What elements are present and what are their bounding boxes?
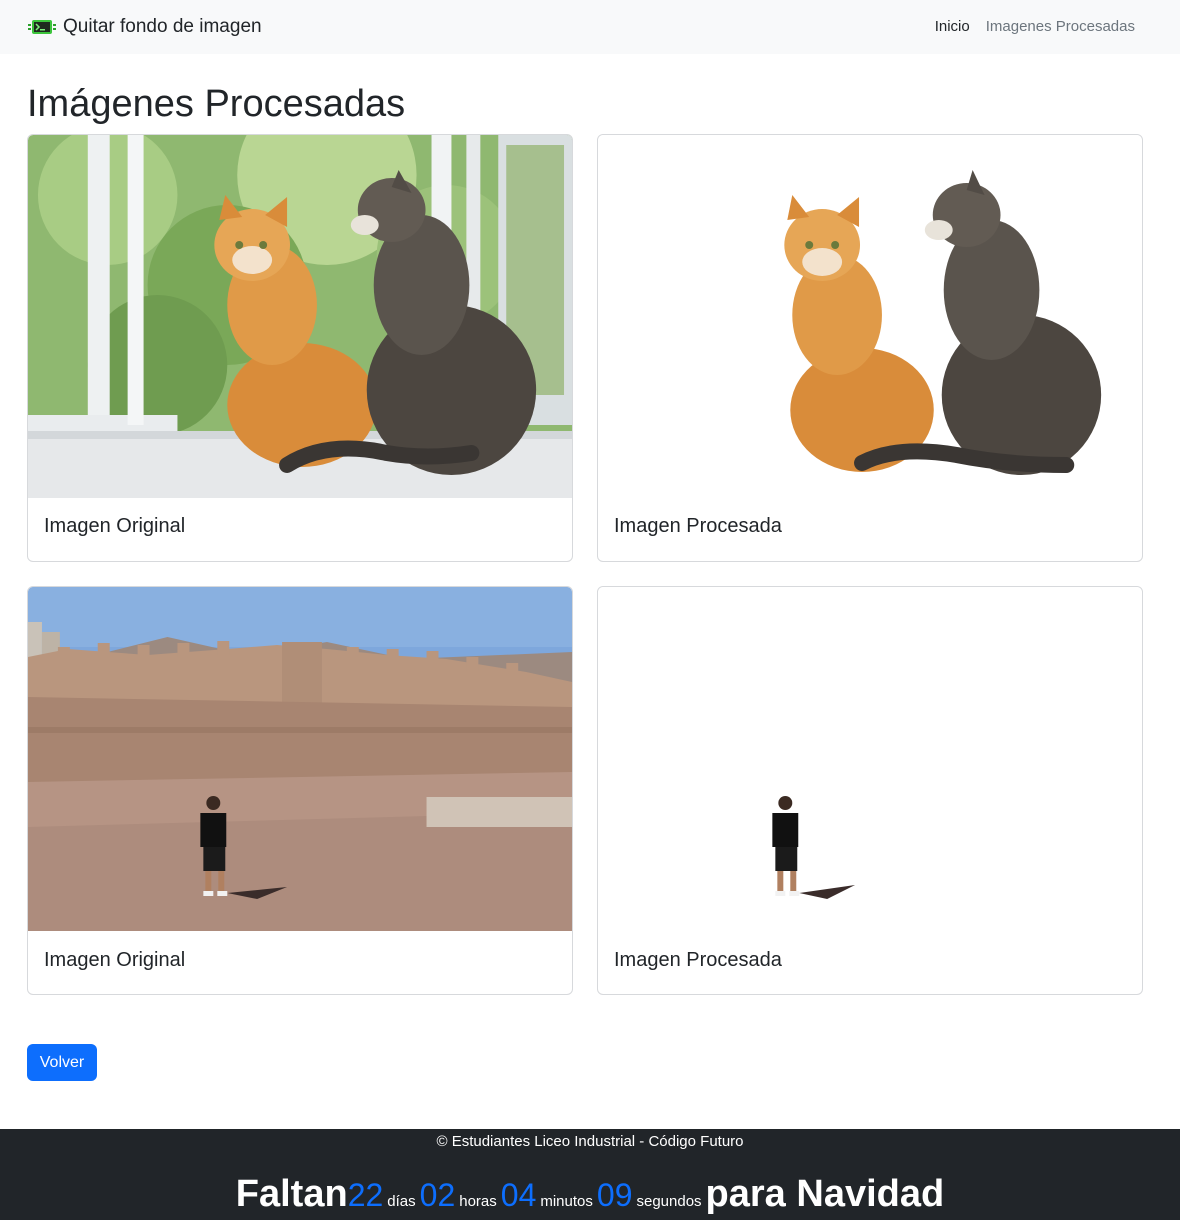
terminal-icon (28, 20, 56, 34)
footer: © Estudiantes Liceo Industrial - Código … (0, 1129, 1180, 1220)
brand-link[interactable]: Quitar fondo de imagen (28, 13, 262, 41)
nav-links: Inicio Imagenes Procesadas (935, 15, 1135, 39)
card-title-processed-1: Imagen Procesada (614, 515, 782, 537)
man-removed-bg-image (598, 587, 1142, 931)
countdown-prefix: Faltan (235, 1173, 348, 1215)
card-title-original-1: Imagen Original (44, 515, 186, 537)
countdown-minutes: 04 (500, 1177, 537, 1213)
cats-removed-bg-image (598, 135, 1142, 498)
brand-title: Quitar fondo de imagen (63, 16, 262, 37)
countdown-seconds-label: segundos (636, 1193, 702, 1210)
back-button[interactable]: Volver (27, 1044, 97, 1081)
countdown-days-label: días (387, 1193, 416, 1210)
countdown-hours: 02 (419, 1177, 456, 1213)
countdown-days: 22 (347, 1177, 384, 1213)
christmas-countdown: Faltan22 días 02 horas 04 minutos 09 segundos pa… (0, 1169, 1180, 1220)
processed-image-1 (598, 135, 1142, 498)
image-card-original-2: Imagen Original (27, 586, 573, 995)
countdown-minutes-label: minutos (540, 1193, 593, 1210)
countdown-seconds: 09 (596, 1177, 633, 1213)
card-title-processed-2: Imagen Procesada (614, 949, 782, 971)
nav-link-imagenes-procesadas[interactable]: Imagenes Procesadas (986, 15, 1135, 39)
original-image-2 (28, 587, 572, 931)
card-title-original-2: Imagen Original (44, 949, 186, 971)
original-image-1 (28, 135, 572, 498)
ruins-photo-image (28, 587, 572, 931)
footer-copyright: © Estudiantes Liceo Industrial - Código … (436, 1133, 744, 1150)
image-card-processed-1: Imagen Procesada (597, 134, 1143, 562)
page-title: Imágenes Procesadas (27, 83, 406, 125)
countdown-suffix: para Navidad (705, 1173, 945, 1215)
nav-link-inicio[interactable]: Inicio (935, 15, 970, 39)
image-card-original-1: Imagen Original (27, 134, 573, 562)
cats-photo-image (28, 135, 572, 498)
navbar: Quitar fondo de imagen Inicio Imagenes P… (0, 0, 1180, 54)
processed-image-2 (598, 587, 1142, 931)
image-card-processed-2: Imagen Procesada (597, 586, 1143, 995)
countdown-hours-label: horas (459, 1193, 497, 1210)
